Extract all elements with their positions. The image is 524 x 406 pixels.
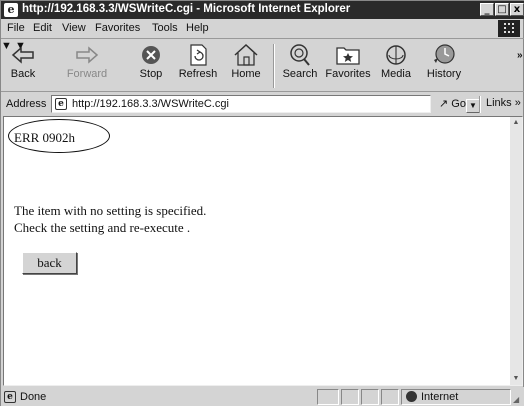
history-button[interactable]: History (421, 42, 467, 90)
maximize-button[interactable]: □ (495, 3, 509, 16)
error-message-line2: Check the setting and re-execute . (14, 220, 191, 235)
ie-logo-icon: e (4, 3, 18, 17)
forward-arrow-icon (76, 46, 99, 64)
vertical-scrollbar[interactable]: ▲ ▼ (510, 117, 522, 385)
page-icon: e (55, 98, 67, 110)
scroll-up-icon[interactable]: ▲ (510, 117, 522, 129)
media-icon (386, 45, 406, 65)
minimize-button[interactable]: _ (480, 3, 494, 16)
menu-favorites[interactable]: Favorites (95, 22, 140, 34)
browser-window: e http://192.168.3.3/WSWriteC.cgi - Micr… (0, 0, 524, 406)
stop-icon (142, 46, 160, 64)
menu-help[interactable]: Help (186, 22, 209, 34)
resize-grip-icon[interactable]: ◢ (513, 395, 519, 404)
status-cell (341, 389, 359, 405)
favorites-icon (336, 47, 360, 65)
refresh-button[interactable]: Refresh (173, 42, 223, 90)
page-content: ERR 0902h The item with no setting is sp… (3, 116, 523, 386)
menu-bar: File Edit View Favorites Tools Help (1, 19, 524, 39)
windows-flag-icon (498, 20, 520, 37)
go-arrow-icon: ↗ (439, 98, 449, 110)
status-page-icon: e (4, 391, 16, 403)
forward-button[interactable]: Forward (63, 42, 111, 90)
home-icon (234, 43, 258, 66)
menu-view[interactable]: View (62, 22, 86, 34)
window-title: http://192.168.3.3/WSWriteC.cgi - Micros… (22, 3, 351, 15)
back-arrow-icon (11, 46, 34, 64)
menu-edit[interactable]: Edit (33, 22, 52, 34)
back-page-button[interactable]: back (22, 252, 77, 274)
close-button[interactable]: x (510, 3, 524, 16)
address-separator (479, 96, 481, 113)
refresh-icon (190, 44, 207, 66)
title-bar: e http://192.168.3.3/WSWriteC.cgi - Micr… (1, 1, 524, 19)
address-url[interactable]: http://192.168.3.3/WSWriteC.cgi (72, 98, 229, 110)
toolbar-more-icon[interactable]: » (517, 50, 523, 61)
scroll-down-icon[interactable]: ▼ (510, 373, 522, 385)
globe-icon (406, 391, 417, 402)
address-input[interactable]: e http://192.168.3.3/WSWriteC.cgi ▼ (51, 95, 480, 113)
status-bar: e Done Internet ◢ (1, 387, 524, 406)
home-button[interactable]: Home (225, 42, 267, 90)
go-button[interactable]: ↗ Go (439, 97, 466, 110)
back-button[interactable]: Back (3, 42, 43, 90)
status-zone: Internet (421, 391, 459, 403)
error-code: ERR 0902h (14, 130, 76, 145)
menu-tools[interactable]: Tools (152, 22, 178, 34)
media-button[interactable]: Media (375, 42, 417, 90)
menu-file[interactable]: File (7, 22, 25, 34)
address-label: Address (6, 98, 47, 110)
stop-button[interactable]: Stop (131, 42, 171, 90)
search-icon (290, 44, 310, 66)
links-button[interactable]: Links » (486, 97, 521, 109)
favorites-button[interactable]: Favorites (323, 42, 373, 90)
status-cell (381, 389, 399, 405)
history-icon (434, 44, 455, 64)
toolbar: Back ▼ Forward ▼ Stop Refresh Home Searc… (1, 40, 524, 92)
address-dropdown-icon[interactable]: ▼ (466, 99, 480, 113)
status-cell (361, 389, 379, 405)
toolbar-separator (273, 44, 275, 88)
search-button[interactable]: Search (277, 42, 323, 90)
error-message-line1: The item with no setting is specified. (14, 203, 207, 218)
status-text: Done (20, 391, 47, 403)
status-cell (317, 389, 339, 405)
address-bar: Address e http://192.168.3.3/WSWriteC.cg… (1, 93, 524, 115)
